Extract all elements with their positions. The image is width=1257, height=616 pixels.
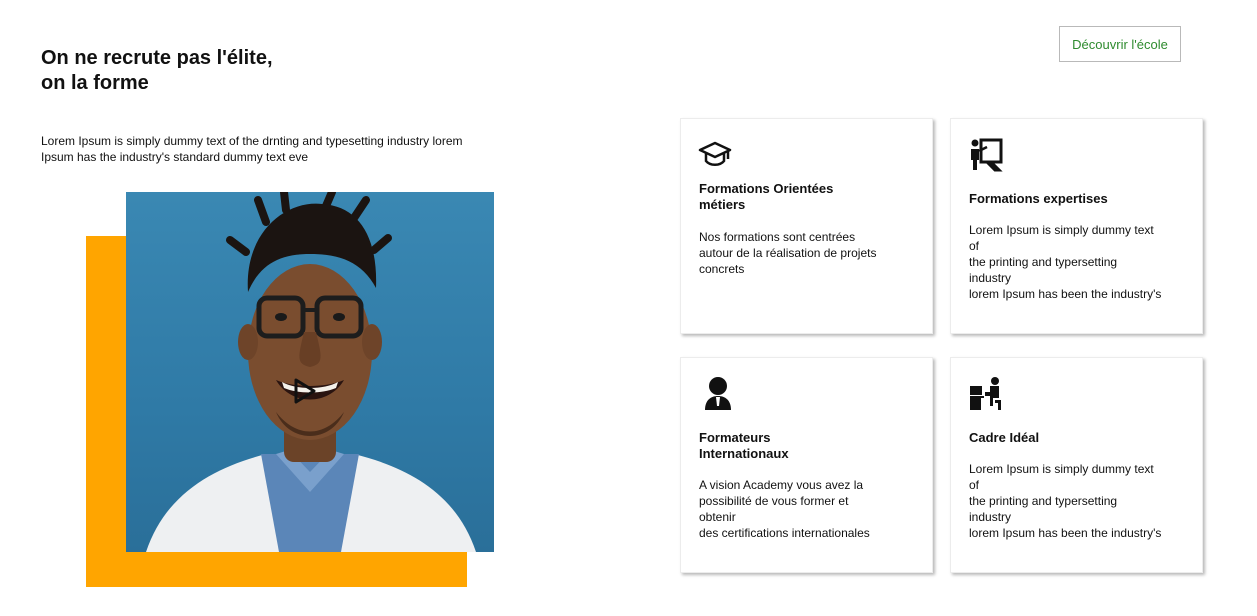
card-text-line: lorem Ipsum has been the industry's [969,287,1162,301]
graduation-cap-icon [698,141,732,166]
card-text-line: concrets [699,262,745,276]
portrait-photo [126,192,494,552]
card-text-line: des certifications internationales [699,526,870,540]
card-text-line: autour de la réalisation de projets [699,246,877,260]
card-description: Nos formations sont centrées autour de l… [699,229,919,277]
feature-card-formations-metiers: Formations Orientées métiers Nos formati… [680,118,933,334]
play-icon[interactable] [289,376,319,406]
card-text-line: possibilité de vous former et [699,494,849,508]
desk-worker-icon [970,377,1001,410]
card-text-line: Lorem Ipsum is simply dummy text [969,462,1154,476]
card-text-line: Lorem Ipsum is simply dummy text [969,223,1154,237]
feature-card-cadre-ideal: Cadre Idéal Lorem Ipsum is simply dummy … [950,357,1203,573]
card-text-line: lorem Ipsum has been the industry's [969,526,1162,540]
card-text-line: industry [969,271,1012,285]
card-title: Cadre Idéal [969,430,1169,446]
card-title-line: Cadre Idéal [969,430,1040,445]
feature-card-formations-expertises: Formations expertises Lorem Ipsum is sim… [950,118,1203,334]
card-text-line: industry [969,510,1012,524]
headline-line-2: on la forme [41,72,149,94]
card-title-line: Internationaux [699,446,789,461]
card-title-line: Formateurs [699,430,771,445]
intro-paragraph: Lorem Ipsum is simply dummy text of the … [41,133,521,165]
person-icon [705,377,731,410]
card-text-line: the printing and typersetting [969,494,1118,508]
card-text-line: obtenir [699,510,736,524]
card-title-line: métiers [699,197,746,212]
card-title: Formations Orientées métiers [699,181,899,213]
card-title-line: Formations expertises [969,191,1108,206]
feature-card-formateurs-internationaux: Formateurs Internationaux A vision Acade… [680,357,933,573]
card-text-line: A vision Academy vous avez la [699,478,864,492]
card-description: Lorem Ipsum is simply dummy text of the … [969,222,1189,302]
intro-line-2: Ipsum has the industry's standard dummy … [41,150,309,164]
card-title-line: Formations Orientées [699,181,834,196]
discover-school-button[interactable]: Découvrir l'école [1059,26,1181,62]
card-text-line: Nos formations sont centrées [699,230,856,244]
intro-line-1: Lorem Ipsum is simply dummy text of the … [41,134,463,148]
headline-line-1: On ne recrute pas l'élite, [41,47,273,69]
card-title: Formations expertises [969,191,1169,207]
teacher-board-icon [971,138,1003,172]
card-description: A vision Academy vous avez la possibilit… [699,477,919,541]
card-text-line: of [969,478,980,492]
card-description: Lorem Ipsum is simply dummy text of the … [969,461,1189,541]
card-text-line: the printing and typersetting [969,255,1118,269]
card-title: Formateurs Internationaux [699,430,899,462]
page-title: On ne recrute pas l'élite, on la forme [41,46,361,96]
card-text-line: of [969,239,980,253]
